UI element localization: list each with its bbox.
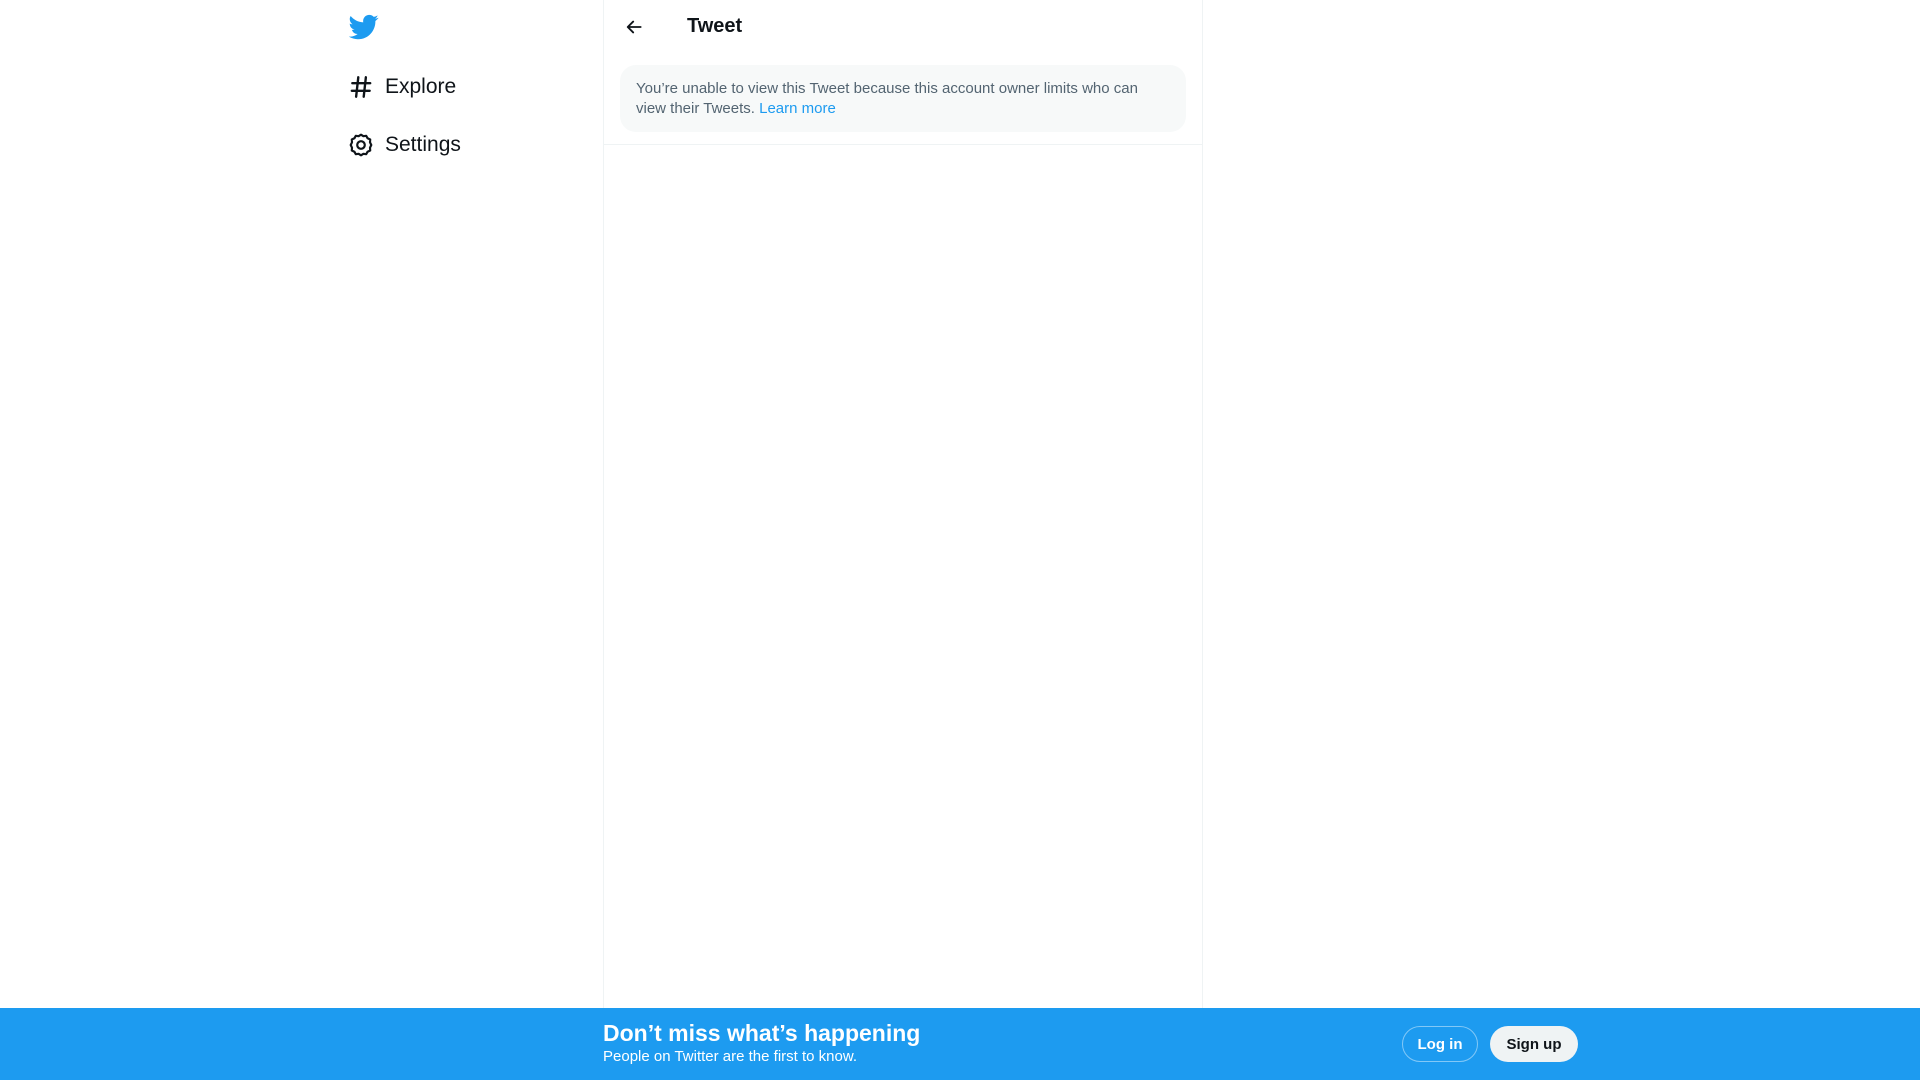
page-title: Tweet — [687, 15, 743, 37]
notice-text: You’re unable to view this Tweet because… — [636, 80, 1138, 117]
login-button[interactable]: Log in — [1402, 1026, 1478, 1062]
sidebar-item-label: Explore — [385, 75, 457, 98]
hashtag-icon — [335, 72, 387, 102]
main-column: Tweet You’re unable to view this Tweet b… — [603, 0, 1203, 1080]
sidebar-item-label: Settings — [385, 133, 461, 156]
sidebar: Explore Settings — [335, 0, 603, 1080]
gear-icon — [335, 130, 387, 160]
sidebar-item-explore[interactable]: Explore — [335, 60, 535, 114]
learn-more-link[interactable]: Learn more — [759, 100, 836, 117]
restricted-tweet-notice: You’re unable to view this Tweet because… — [620, 65, 1186, 132]
page-header: Tweet — [604, 0, 1202, 53]
banner-title: Don’t miss what’s happening — [603, 1020, 921, 1046]
banner-text: Don’t miss what’s happening People on Tw… — [603, 1019, 920, 1067]
banner-subtitle: People on Twitter are the first to know. — [603, 1048, 858, 1065]
twitter-bird-icon[interactable] — [348, 12, 379, 42]
back-arrow-icon — [626, 20, 642, 33]
sidebar-item-settings[interactable]: Settings — [335, 118, 535, 172]
signup-banner: Don’t miss what’s happening People on Tw… — [0, 1008, 1920, 1080]
notice-container: You’re unable to view this Tweet because… — [604, 53, 1202, 145]
back-button[interactable] — [616, 9, 652, 45]
signup-button[interactable]: Sign up — [1490, 1026, 1578, 1062]
